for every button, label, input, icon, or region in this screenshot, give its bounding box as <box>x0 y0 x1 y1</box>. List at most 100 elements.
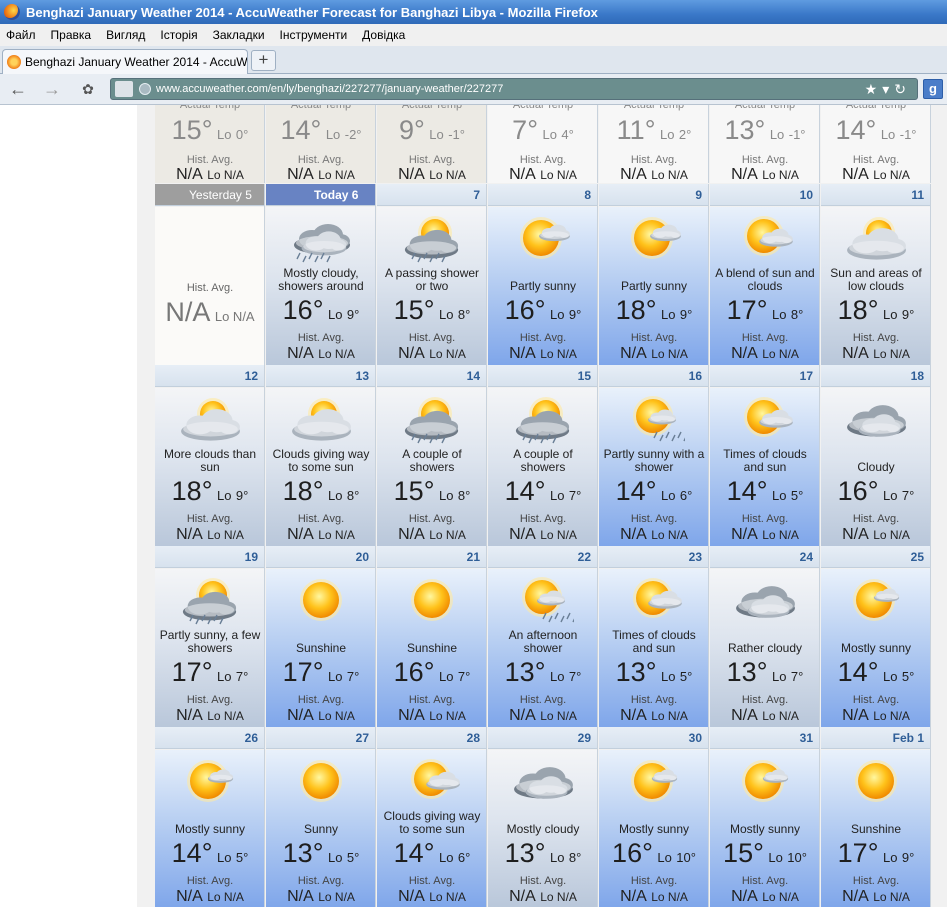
day-date-header[interactable]: 20 <box>266 546 375 568</box>
day-date-header[interactable]: 11 <box>821 184 930 206</box>
day-cell[interactable]: 28 Clouds giving way to some sun 14° Lo … <box>377 727 487 907</box>
forecast-temps: 13° Lo 7° <box>726 657 804 687</box>
day-date-header[interactable]: 7 <box>377 184 486 206</box>
menu-help[interactable]: Довідка <box>362 28 405 42</box>
day-cell[interactable]: 30 Mostly sunny 16° Lo 10° Hist. Avg. N/… <box>599 727 709 907</box>
hist-avg-values: N/A Lo N/A <box>620 526 688 543</box>
day-cell[interactable]: 14 A couple of showers 15° Lo 8° Hist. A… <box>377 365 487 546</box>
day-date-header[interactable]: 13 <box>266 365 375 387</box>
day-body: More clouds than sun 18° Lo 9° Hist. Avg… <box>155 388 264 546</box>
day-date-header[interactable]: Feb 1 <box>821 727 930 749</box>
day-date-header[interactable]: 15 <box>488 365 597 387</box>
menu-view[interactable]: Вигляд <box>106 28 145 42</box>
day-cell[interactable]: 7 A passing shower or two 15° Lo 8° Hist… <box>377 184 487 365</box>
day-cell[interactable]: 23 Times of clouds and sun 13° Lo 5° His… <box>599 546 709 727</box>
day-date-header[interactable]: 24 <box>710 546 819 568</box>
day-cell[interactable]: 12 More clouds than sun 18° Lo 9° Hist. … <box>155 365 265 546</box>
day-cell[interactable]: 20 Sunshine 17° Lo 7° Hist. Avg. N/A Lo … <box>266 546 376 727</box>
day-date-header[interactable]: 9 <box>599 184 708 206</box>
lo-label: Lo <box>327 669 343 684</box>
day-date-header[interactable]: 23 <box>599 546 708 568</box>
hist-avg-values: N/A Lo N/A <box>620 166 688 183</box>
day-cell[interactable]: Feb 1 Sunshine 17° Lo 9° Hist. Avg. N/A … <box>821 727 931 907</box>
menu-edit[interactable]: Правка <box>51 28 92 42</box>
tab-current[interactable]: Benghazi January Weather 2014 - AccuWea.… <box>2 49 248 74</box>
day-date-header[interactable]: 14 <box>377 365 486 387</box>
day-date-header[interactable]: 16 <box>599 365 708 387</box>
day-date-header[interactable]: 18 <box>821 365 930 387</box>
window-titlebar: Benghazi January Weather 2014 - AccuWeat… <box>0 0 947 24</box>
actual-low: 4 <box>561 127 569 142</box>
day-cell[interactable]: 9 Partly sunny 18° Lo 9° Hist. Avg. N/A … <box>599 184 709 365</box>
back-arrow-icon[interactable]: ← <box>8 80 28 100</box>
forward-arrow-icon[interactable]: → <box>42 80 62 100</box>
hist-avg-label: Hist. Avg. <box>630 694 678 706</box>
day-date-header[interactable]: 21 <box>377 546 486 568</box>
day-date-header[interactable]: 19 <box>155 546 264 568</box>
day-cell[interactable]: 29 Mostly cloudy 13° Lo 8° Hist. Avg. N/… <box>488 727 598 907</box>
menu-tools[interactable]: Інструменти <box>280 28 348 42</box>
day-cell[interactable]: 24 Rather cloudy 13° Lo 7° Hist. Avg. N/… <box>710 546 820 727</box>
hist-avg-label: Hist. Avg. <box>186 875 234 887</box>
day-date-header[interactable]: 31 <box>710 727 819 749</box>
day-cell[interactable]: 15 A couple of showers 14° Lo 7° Hist. A… <box>488 365 598 546</box>
day-cell[interactable]: 27 Sunny 13° Lo 5° Hist. Avg. N/A Lo N/A <box>266 727 376 907</box>
day-date-header[interactable]: 26 <box>155 727 264 749</box>
day-date-header[interactable]: 17 <box>710 365 819 387</box>
prev-day-cell[interactable]: Actual Temp 15° Lo 0° Hist. Avg. N/A Lo … <box>155 105 265 183</box>
mostly-sunny-icon <box>179 756 241 806</box>
day-cell[interactable]: 25 Mostly sunny 14° Lo 5° Hist. Avg. N/A… <box>821 546 931 727</box>
day-cell[interactable]: Today 6 Mostly cloudy, showers around 16… <box>266 184 376 365</box>
day-date-header[interactable]: Yesterday 5 <box>155 184 264 206</box>
forecast-temps: 16° Lo 9° <box>282 295 360 325</box>
bookmark-star-icon[interactable]: ★ <box>865 81 883 97</box>
prev-day-cell[interactable]: Actual Temp 14° Lo -1° Hist. Avg. N/A Lo… <box>821 105 931 183</box>
lo-label: Lo <box>882 488 898 503</box>
identity-icon[interactable]: ✿ <box>78 80 98 100</box>
prev-day-cell[interactable]: Actual Temp 7° Lo 4° Hist. Avg. N/A Lo N… <box>488 105 598 183</box>
mostly-sunny-icon <box>845 575 907 625</box>
prev-day-cell[interactable]: Actual Temp 11° Lo 2° Hist. Avg. N/A Lo … <box>599 105 709 183</box>
day-date-header[interactable]: 27 <box>266 727 375 749</box>
day-date-header[interactable]: 25 <box>821 546 930 568</box>
day-date-header[interactable]: Today 6 <box>266 184 375 206</box>
day-date-header[interactable]: 22 <box>488 546 597 568</box>
prev-day-cell[interactable]: Actual Temp 9° Lo -1° Hist. Avg. N/A Lo … <box>377 105 487 183</box>
day-cell[interactable]: 18 Cloudy 16° Lo 7° Hist. Avg. N/A Lo N/… <box>821 365 931 546</box>
new-tab-button[interactable]: + <box>251 50 276 71</box>
day-cell[interactable]: 19 Partly sunny, a few showers 17° Lo 7°… <box>155 546 265 727</box>
day-date-header[interactable]: 30 <box>599 727 708 749</box>
hist-avg-values: N/A Lo N/A <box>287 526 355 543</box>
google-search-icon[interactable]: g <box>923 79 943 99</box>
day-cell[interactable]: 17 Times of clouds and sun 14° Lo 5° His… <box>710 365 820 546</box>
day-cell[interactable]: 26 Mostly sunny 14° Lo 5° Hist. Avg. N/A… <box>155 727 265 907</box>
day-cell[interactable]: 16 Partly sunny with a shower 14° Lo 6° … <box>599 365 709 546</box>
menu-bookmarks[interactable]: Закладки <box>213 28 265 42</box>
menu-history[interactable]: Історія <box>160 28 197 42</box>
day-date-header[interactable]: 10 <box>710 184 819 206</box>
day-cell[interactable]: 21 Sunshine 16° Lo 7° Hist. Avg. N/A Lo … <box>377 546 487 727</box>
day-cell[interactable]: Yesterday 5 Hist. Avg. N/A Lo N/A <box>155 184 265 365</box>
day-cell[interactable]: 11 Sun and areas of low clouds 18° Lo 9°… <box>821 184 931 365</box>
reload-icon[interactable]: ↻ <box>894 81 911 97</box>
day-cell[interactable]: 10 A blend of sun and clouds 17° Lo 8° H… <box>710 184 820 365</box>
hist-avg-label: Hist. Avg. <box>519 332 567 344</box>
url-bar[interactable]: www.accuweather.com/en/ly/benghazi/22727… <box>110 78 918 100</box>
day-date-header[interactable]: 8 <box>488 184 597 206</box>
actual-temp: 13° Lo -1° <box>724 115 806 145</box>
day-date-header[interactable]: 12 <box>155 365 264 387</box>
day-date-header[interactable]: 28 <box>377 727 486 749</box>
prev-day-cell[interactable]: Actual Temp 13° Lo -1° Hist. Avg. N/A Lo… <box>710 105 820 183</box>
prev-day-cell[interactable]: Actual Temp 14° Lo -2° Hist. Avg. N/A Lo… <box>266 105 376 183</box>
day-body: Times of clouds and sun 14° Lo 5° Hist. … <box>710 388 819 546</box>
day-cell[interactable]: 31 Mostly sunny 15° Lo 10° Hist. Avg. N/… <box>710 727 820 907</box>
day-date-header[interactable]: 29 <box>488 727 597 749</box>
day-cell[interactable]: 13 Clouds giving way to some sun 18° Lo … <box>266 365 376 546</box>
forecast-temps: 15° Lo 8° <box>393 476 471 506</box>
hist-avg-label: Hist. Avg. <box>408 513 456 525</box>
high-temp: 18 <box>171 476 202 506</box>
dropdown-arrow-icon[interactable]: ▾ <box>882 81 894 97</box>
day-cell[interactable]: 8 Partly sunny 16° Lo 9° Hist. Avg. N/A … <box>488 184 598 365</box>
menu-file[interactable]: Файл <box>6 28 36 42</box>
day-cell[interactable]: 22 An afternoon shower 13° Lo 7° Hist. A… <box>488 546 598 727</box>
